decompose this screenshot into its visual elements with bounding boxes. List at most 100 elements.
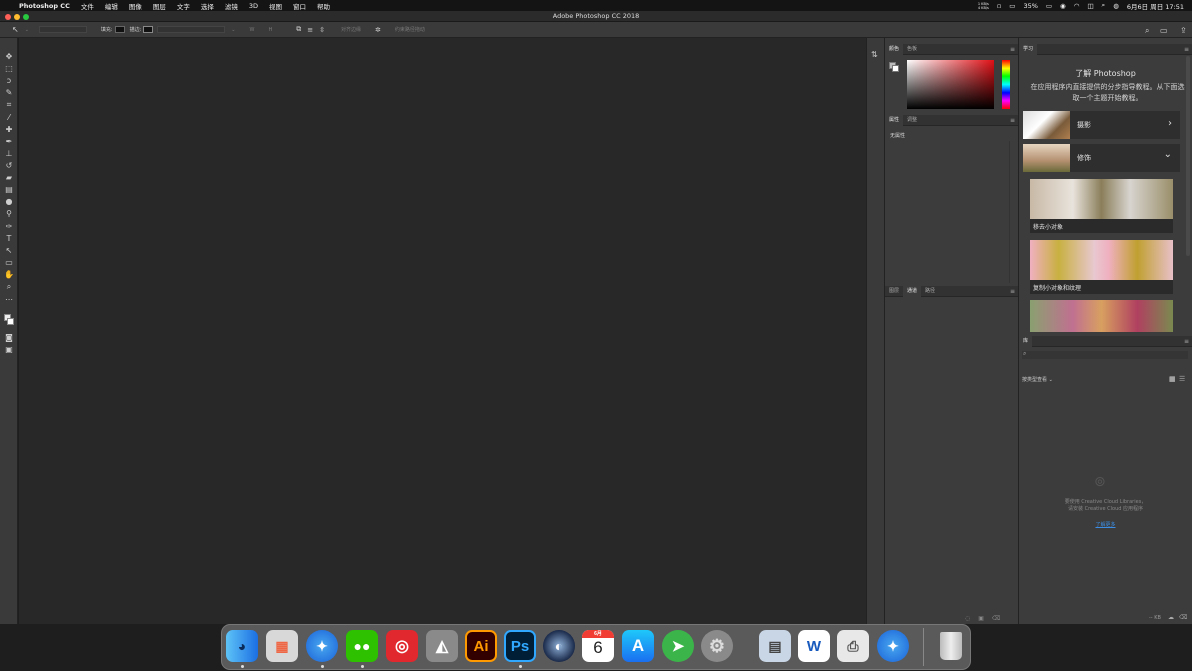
hue-slider[interactable] <box>1002 60 1010 109</box>
more-tools-icon[interactable]: ⋯ <box>4 295 14 305</box>
tab-libraries[interactable]: 库 <box>1019 335 1033 347</box>
category-photography[interactable]: 摄影 › <box>1023 111 1180 139</box>
marquee-tool-icon[interactable]: ⬚ <box>4 64 14 74</box>
menu-window[interactable]: 窗口 <box>293 1 306 11</box>
fg-bg-color-icon[interactable] <box>889 62 899 72</box>
settings-gear-icon[interactable]: ✲ <box>375 26 381 34</box>
constrain-path-checkbox[interactable]: 约束路径拖动 <box>395 26 425 33</box>
tab-color[interactable]: 颜色 <box>885 43 904 55</box>
printer-icon[interactable]: ⎙ <box>837 630 869 662</box>
wechat-icon[interactable]: ●● <box>346 630 378 662</box>
search-icon[interactable]: ⌕ <box>1145 26 1149 36</box>
path-operations-icon[interactable]: ⧉ <box>296 25 301 34</box>
battery-icon[interactable]: ▭ <box>1046 2 1052 10</box>
panel-menu-icon[interactable]: ≡ <box>1184 44 1189 55</box>
menu-select[interactable]: 选择 <box>201 1 214 11</box>
rectangle-tool-icon[interactable]: ▭ <box>4 258 14 268</box>
blur-tool-icon[interactable]: ● <box>4 197 14 207</box>
path-arrangement-icon[interactable]: ⇳ <box>319 26 325 34</box>
color-swatches-icon[interactable] <box>4 308 14 330</box>
netease-music-icon[interactable]: ◎ <box>386 630 418 662</box>
brush-tool-icon[interactable]: ✒ <box>4 137 14 147</box>
cinema4d-icon[interactable]: ◐ <box>543 630 575 662</box>
path-selection-tool-icon[interactable]: ↖ <box>4 246 14 256</box>
tool-preset-chevron-icon[interactable]: ⌄ <box>25 27 29 33</box>
launchpad-icon[interactable]: ▦ <box>266 630 298 662</box>
shape-mode-select[interactable] <box>38 26 87 33</box>
system-preferences-icon[interactable]: ⚙ <box>701 630 733 662</box>
menu-filter[interactable]: 滤镜 <box>225 1 238 11</box>
dodge-tool-icon[interactable]: ⚲ <box>4 209 14 219</box>
type-tool-icon[interactable]: T <box>4 234 14 244</box>
grid-view-icon[interactable]: ▦ <box>1169 375 1176 383</box>
safari-2-icon[interactable]: ✦ <box>877 630 909 662</box>
learn-scrollbar[interactable] <box>1186 56 1190 256</box>
stroke-width-field[interactable] <box>157 26 226 33</box>
wifi-icon[interactable]: ◠ <box>1074 2 1080 10</box>
word-icon[interactable]: W <box>798 630 830 662</box>
menu-view[interactable]: 视图 <box>269 1 282 11</box>
quick-mask-icon[interactable]: ◙ <box>4 333 14 343</box>
tab-adjustments[interactable]: 调整 <box>903 115 921 126</box>
document-canvas-area[interactable] <box>19 38 866 624</box>
fill-swatch[interactable] <box>114 26 125 33</box>
cloud-sync-icon[interactable]: ☁ <box>1168 614 1174 621</box>
tutorial-clone-objects[interactable]: 复制小对象和纹理 <box>1030 240 1173 294</box>
tab-swatches[interactable]: 色板 <box>903 44 921 55</box>
user-icon[interactable]: ◉ <box>1060 2 1066 10</box>
search-icon[interactable]: ⌕ <box>1102 1 1106 10</box>
width-field[interactable]: W <box>249 27 254 33</box>
align-edges-checkbox[interactable]: 对齐边缘 <box>341 26 361 33</box>
rhino-icon[interactable]: ◭ <box>426 630 458 662</box>
panel-menu-icon[interactable]: ≡ <box>1010 115 1015 126</box>
height-field[interactable]: H <box>268 27 272 33</box>
tab-properties[interactable]: 属性 <box>885 114 904 126</box>
learn-more-link[interactable]: 了解更多 <box>1019 521 1192 528</box>
load-channel-icon[interactable]: ◌ <box>965 615 970 622</box>
app-menu[interactable]: Photoshop CC <box>19 2 70 10</box>
panel-menu-icon[interactable]: ≡ <box>1010 286 1015 297</box>
hand-tool-icon[interactable]: ✋ <box>4 270 14 280</box>
lasso-tool-icon[interactable]: ↄ <box>4 76 14 86</box>
path-alignment-icon[interactable]: ≡ <box>307 26 313 34</box>
crop-tool-icon[interactable]: ⌗ <box>4 100 14 110</box>
panel-menu-icon[interactable]: ≡ <box>1184 336 1189 347</box>
finder-icon[interactable]: ◕ <box>226 630 258 662</box>
display-icon[interactable]: ▭ <box>1009 2 1015 10</box>
pen-tool-icon[interactable]: ✑ <box>4 222 14 232</box>
panel-menu-icon[interactable]: ≡ <box>1010 44 1015 55</box>
view-by-type-select[interactable]: 按类型查看 ⌄ <box>1022 376 1053 383</box>
tab-layers[interactable]: 图层 <box>885 286 903 297</box>
menu-help[interactable]: 帮助 <box>317 1 330 11</box>
calendar-icon[interactable]: 6月 6 <box>582 630 614 662</box>
stroke-type-select[interactable]: ⌄ <box>231 27 235 33</box>
clone-stamp-tool-icon[interactable]: ⊥ <box>4 149 14 159</box>
menu-image[interactable]: 图像 <box>129 1 142 11</box>
new-channel-icon[interactable]: ▣ <box>978 615 984 622</box>
history-panel-icon[interactable]: ⇅ <box>871 50 878 59</box>
siri-icon[interactable]: ◍ <box>1113 2 1119 10</box>
tab-channels[interactable]: 通道 <box>903 285 922 297</box>
tab-learn[interactable]: 学习 <box>1019 43 1038 55</box>
telegram-icon[interactable]: ➤ <box>662 630 694 662</box>
illustrator-icon[interactable]: Ai <box>465 630 497 662</box>
menu-layer[interactable]: 图层 <box>153 1 166 11</box>
list-view-icon[interactable]: ☰ <box>1179 375 1185 383</box>
history-brush-tool-icon[interactable]: ↺ <box>4 161 14 171</box>
tab-paths[interactable]: 路径 <box>921 286 939 297</box>
wallpaper-icon[interactable]: ▫ <box>997 2 1001 10</box>
path-select-tool-icon[interactable]: ↖ <box>12 25 19 34</box>
photoshop-icon[interactable]: Ps <box>504 630 536 662</box>
eyedropper-tool-icon[interactable]: ⁄ <box>4 113 14 123</box>
trash-icon[interactable] <box>935 630 967 662</box>
clock[interactable]: 6月6日 周日 17:51 <box>1127 1 1184 11</box>
menu-file[interactable]: 文件 <box>81 1 94 11</box>
share-icon[interactable]: ⇪ <box>1180 26 1187 35</box>
stroke-swatch[interactable] <box>143 26 154 33</box>
control-center-icon[interactable]: ◫ <box>1087 2 1093 10</box>
menu-type[interactable]: 文字 <box>177 1 190 11</box>
delete-channel-icon[interactable]: ⌫ <box>992 615 1000 622</box>
delete-icon[interactable]: ⌫ <box>1179 614 1187 621</box>
zoom-tool-icon[interactable]: ⌕ <box>4 282 14 292</box>
library-search-input[interactable]: ⌕ <box>1022 350 1188 359</box>
